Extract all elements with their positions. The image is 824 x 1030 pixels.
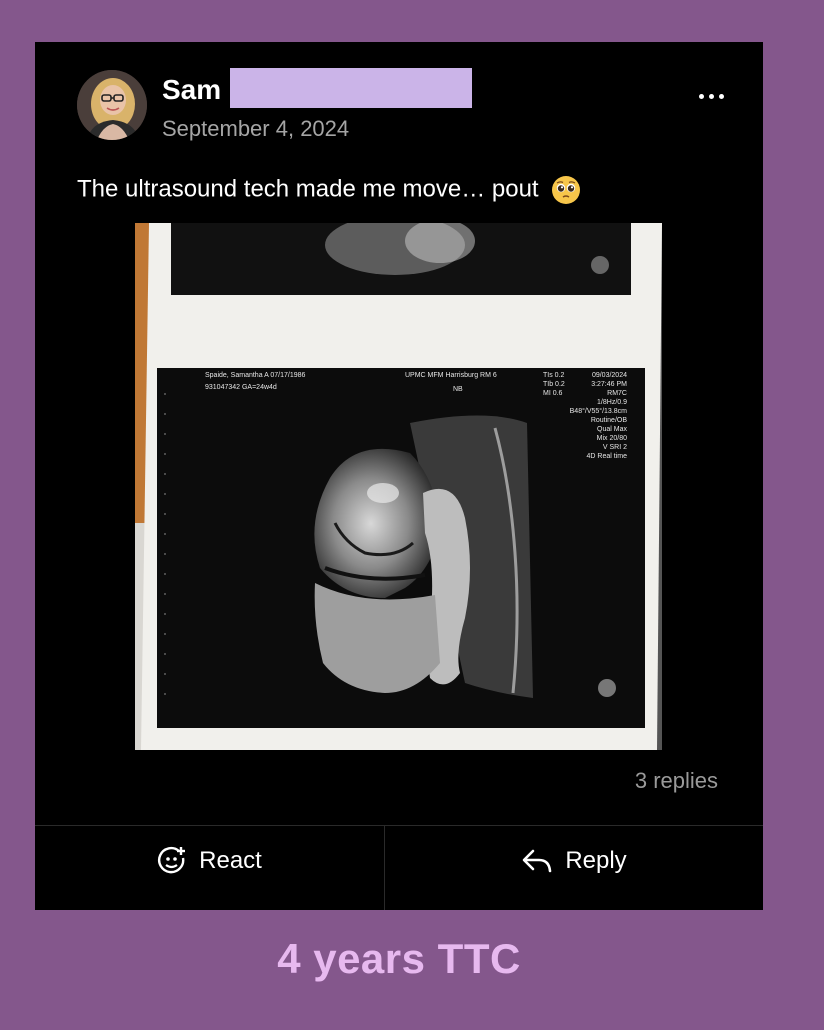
author-name[interactable]: Sam	[162, 74, 221, 106]
scan-param: 4D Real time	[587, 453, 628, 460]
pleading-face-icon	[552, 176, 581, 204]
scan-param: 1/8Hz/0.9	[597, 399, 627, 406]
scan-param: V SRI 2	[603, 444, 627, 451]
scan-date: 09/03/2024	[592, 372, 627, 379]
reply-label: Reply	[565, 847, 627, 874]
scan-time: 3:27:46 PM	[591, 381, 627, 388]
post-text: The ultrasound tech made me move… pout	[77, 175, 581, 205]
scan-param: Qual Max	[597, 426, 627, 433]
post-card: Sam September 4, 2024 The ultrasound tec…	[35, 42, 763, 910]
caption-text: 4 years TTC	[277, 935, 521, 982]
scan-id-ga: 931047342 GA=24w4d	[205, 384, 277, 391]
scan-param: B48°/V55°/13.8cm	[570, 407, 628, 415]
add-reaction-icon	[158, 846, 186, 874]
ultrasound-image: Spaide, Samantha A 07/17/1986 931047342 …	[135, 223, 662, 750]
react-label: React	[199, 847, 262, 874]
ultrasound-photo[interactable]: Spaide, Samantha A 07/17/1986 931047342 …	[135, 223, 662, 750]
post-date: September 4, 2024	[162, 116, 350, 141]
scan-param: Mix 20/80	[597, 435, 627, 442]
scan-param: Routine/OB	[591, 417, 628, 424]
scan-tis: TIs 0.2	[543, 372, 565, 379]
react-button[interactable]: React	[35, 826, 384, 896]
replies-count[interactable]: 3 replies	[635, 768, 718, 794]
reply-button[interactable]: Reply	[385, 826, 763, 896]
scan-mi: MI 0.6	[543, 390, 563, 397]
more-options-icon[interactable]	[699, 84, 727, 108]
scan-nb: NB	[453, 386, 463, 393]
post-body: The ultrasound tech made me move… pout	[77, 175, 539, 203]
avatar-image	[77, 70, 147, 140]
avatar[interactable]	[77, 70, 147, 140]
reply-icon	[523, 849, 552, 873]
scan-patient: Spaide, Samantha A 07/17/1986	[205, 372, 306, 379]
scan-tib: TIb 0.2	[543, 381, 565, 388]
scan-facility: UPMC MFM Harrisburg RM 6	[405, 372, 497, 379]
scan-param: RM7C	[607, 390, 627, 397]
redacted-surname	[230, 68, 472, 108]
